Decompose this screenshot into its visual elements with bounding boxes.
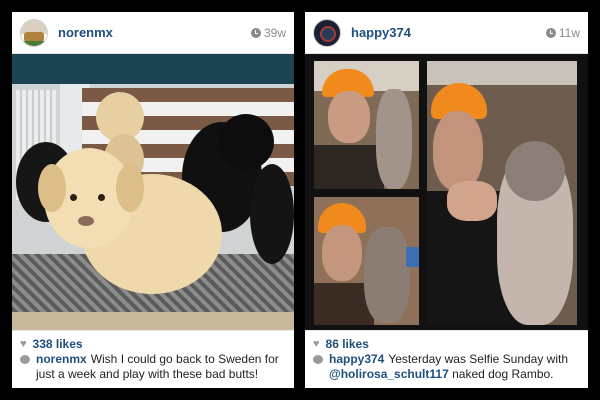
caption-username[interactable]: happy374 bbox=[329, 352, 384, 366]
puppy-eye bbox=[98, 194, 105, 201]
post-photo-collage[interactable] bbox=[305, 54, 588, 334]
caption: norenmx Wish I could go back to Sweden fo… bbox=[36, 352, 286, 382]
likes-count: 86 likes bbox=[325, 336, 369, 351]
puppy-nose bbox=[78, 216, 94, 226]
collage-tile bbox=[314, 197, 419, 325]
caption-text-end: naked dog Rambo. bbox=[452, 367, 554, 381]
caption-username[interactable]: norenmx bbox=[36, 352, 87, 366]
heart-icon: ♥ bbox=[313, 337, 320, 350]
puppy-ear bbox=[116, 164, 144, 212]
collage-tile bbox=[427, 61, 577, 325]
likes-row[interactable]: ♥ 338 likes bbox=[20, 335, 286, 352]
post-header: happy374 11w bbox=[305, 12, 588, 54]
post-card-happy374: happy374 11w ♥ 86 likes happy374 Yesterd… bbox=[305, 12, 588, 388]
post-footer: ♥ 338 likes norenmx Wish I could go back … bbox=[12, 330, 294, 388]
collage-tile bbox=[314, 61, 419, 189]
post-username[interactable]: happy374 bbox=[351, 25, 546, 40]
post-username[interactable]: norenmx bbox=[58, 25, 251, 40]
caption-row: norenmx Wish I could go back to Sweden fo… bbox=[20, 352, 286, 382]
avatar[interactable] bbox=[20, 18, 48, 47]
comment-bubble-icon bbox=[20, 355, 30, 364]
post-time: 39w bbox=[263, 25, 286, 40]
post-timestamp: 11w bbox=[545, 25, 580, 40]
post-time: 11w bbox=[558, 25, 580, 40]
likes-count: 338 likes bbox=[32, 336, 83, 351]
likes-row[interactable]: ♥ 86 likes bbox=[313, 335, 580, 352]
photo-teal-strip bbox=[12, 54, 294, 84]
post-footer: ♥ 86 likes happy374 Yesterday was Selfie … bbox=[305, 330, 588, 388]
puppy-eye bbox=[70, 194, 77, 201]
post-photo[interactable] bbox=[12, 54, 294, 334]
caption-row: happy374 Yesterday was Selfie Sunday with… bbox=[313, 352, 580, 382]
caption: happy374 Yesterday was Selfie Sunday with… bbox=[329, 352, 580, 382]
clock-icon bbox=[545, 27, 556, 38]
puppy-ear bbox=[38, 164, 66, 212]
comment-bubble-icon bbox=[313, 355, 323, 364]
black-puppy-head bbox=[218, 114, 274, 170]
post-card-norenmx: norenmx 39w ♥ 338 likes norenmx Wish I c… bbox=[12, 12, 294, 388]
heart-icon: ♥ bbox=[20, 337, 27, 350]
avatar[interactable] bbox=[313, 18, 341, 47]
caption-mention[interactable]: @holirosa_schult117 bbox=[329, 367, 449, 381]
post-header: norenmx 39w bbox=[12, 12, 294, 54]
caption-text: Yesterday was Selfie Sunday with bbox=[388, 352, 569, 366]
black-puppy bbox=[250, 164, 294, 264]
post-timestamp: 39w bbox=[250, 25, 286, 40]
clock-icon bbox=[250, 27, 261, 38]
